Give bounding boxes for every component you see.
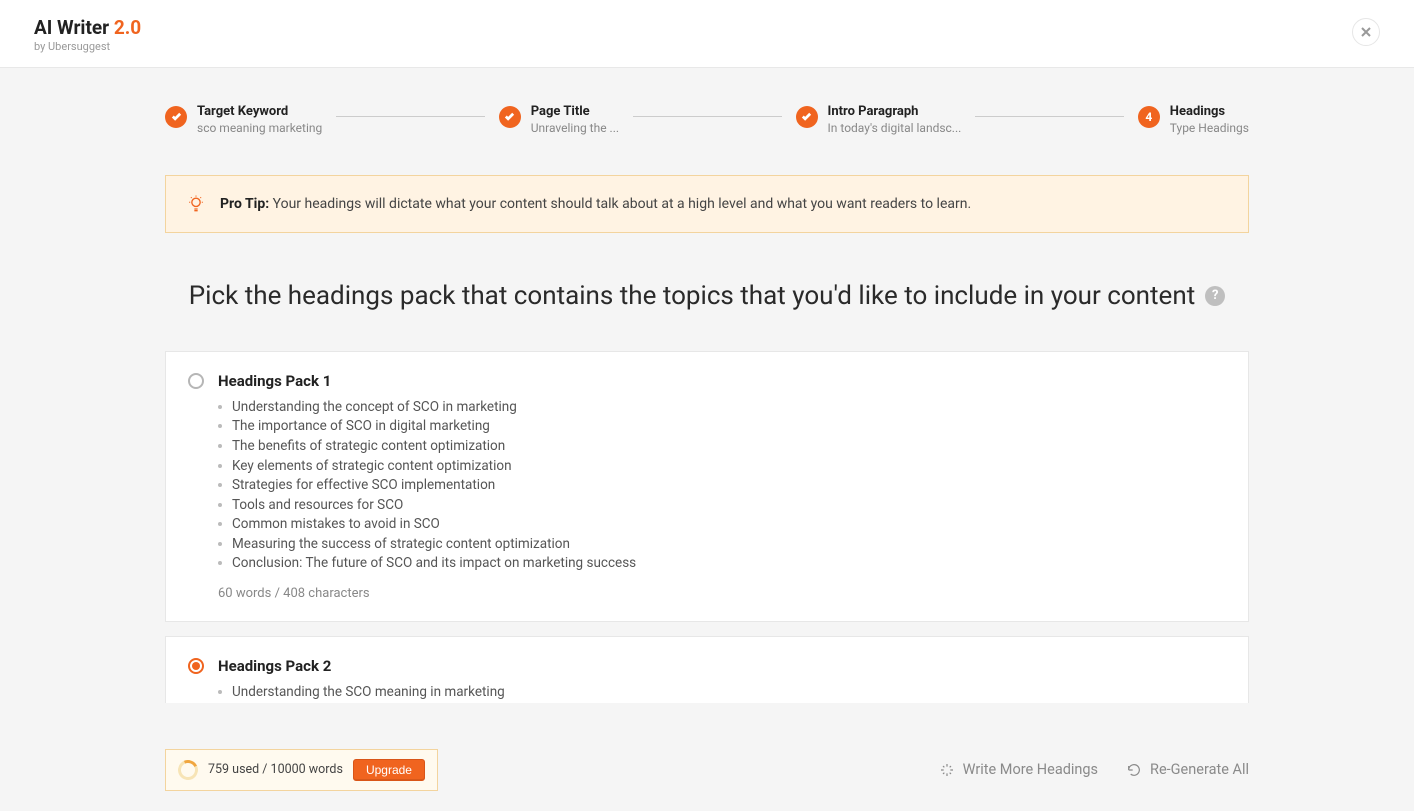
logo-version: 2.0: [114, 16, 141, 39]
pack-title: Headings Pack 2: [218, 657, 331, 675]
page-title: Pick the headings pack that contains the…: [165, 281, 1249, 311]
pack-heading-list: Understanding the SCO meaning in marketi…: [188, 683, 1224, 703]
step-subtitle: Type Headings: [1170, 121, 1249, 135]
pro-tip-text: Pro Tip: Your headings will dictate what…: [220, 196, 971, 212]
refresh-icon: [1126, 762, 1142, 778]
checkmark-icon: [796, 106, 818, 128]
pack-heading-item: Common mistakes to avoid in SCO: [218, 515, 1224, 535]
step-2[interactable]: Page Title Unraveling the ...: [499, 104, 619, 135]
pack-heading-item: Strategies for effective SCO implementat…: [218, 476, 1224, 496]
step-connector: [336, 116, 484, 117]
pack-title: Headings Pack 1: [218, 372, 331, 390]
headings-pack-1[interactable]: Headings Pack 1 Understanding the concept…: [165, 351, 1249, 622]
step-subtitle: In today's digital landsc...: [828, 121, 962, 135]
logo: AI Writer 2.0 by Ubersuggest: [34, 18, 141, 53]
stepper: Target Keyword sco meaning marketing Page …: [165, 104, 1249, 135]
headings-packs-list[interactable]: Headings Pack 1 Understanding the concept…: [165, 351, 1249, 703]
pack-heading-item: The benefits of strategic content optimi…: [218, 437, 1224, 457]
step-title: Target Keyword: [197, 104, 322, 119]
pack-heading-item: Tools and resources for SCO: [218, 496, 1224, 516]
step-title: Headings: [1170, 104, 1249, 119]
step-subtitle: Unraveling the ...: [531, 121, 619, 135]
checkmark-icon: [499, 106, 521, 128]
close-button[interactable]: [1352, 18, 1380, 46]
pro-tip-box: Pro Tip: Your headings will dictate what…: [165, 175, 1249, 233]
step-subtitle: sco meaning marketing: [197, 121, 322, 135]
sparkle-icon: [939, 762, 955, 778]
step-number-icon: 4: [1138, 106, 1160, 128]
step-connector: [633, 116, 781, 117]
step-title: Intro Paragraph: [828, 104, 962, 119]
pack-heading-item: Key elements of strategic content optimi…: [218, 457, 1224, 477]
step-3[interactable]: Intro Paragraph In today's digital landsc…: [796, 104, 962, 135]
radio-pack-1[interactable]: [188, 373, 204, 389]
usage-ring-icon: [175, 757, 201, 783]
lightbulb-icon: [186, 194, 206, 214]
step-title: Page Title: [531, 104, 619, 119]
pack-heading-item: Measuring the success of strategic conte…: [218, 535, 1224, 555]
upgrade-button[interactable]: Upgrade: [353, 759, 425, 781]
pack-heading-item: Understanding the concept of SCO in mark…: [218, 398, 1224, 418]
usage-box: 759 used / 10000 words Upgrade: [165, 749, 438, 791]
regenerate-all-button[interactable]: Re-Generate All: [1126, 761, 1249, 778]
step-connector: [975, 116, 1123, 117]
pack-heading-item: Conclusion: The future of SCO and its im…: [218, 554, 1224, 574]
step-4[interactable]: 4 Headings Type Headings: [1138, 104, 1249, 135]
logo-name: AI Writer: [34, 16, 114, 39]
headings-pack-2[interactable]: Headings Pack 2 Understanding the SCO mea…: [165, 636, 1249, 703]
pack-meta: 60 words / 408 characters: [188, 586, 1224, 601]
usage-text: 759 used / 10000 words: [208, 762, 343, 777]
close-icon: [1361, 27, 1371, 37]
step-1[interactable]: Target Keyword sco meaning marketing: [165, 104, 322, 135]
pack-heading-list: Understanding the concept of SCO in mark…: [188, 398, 1224, 574]
pack-heading-item: The importance of SCO in digital marketi…: [218, 417, 1224, 437]
checkmark-icon: [165, 106, 187, 128]
radio-pack-2[interactable]: [188, 658, 204, 674]
logo-subtitle: by Ubersuggest: [34, 40, 141, 53]
pack-heading-item: Understanding the SCO meaning in marketi…: [218, 683, 1224, 703]
help-icon[interactable]: ?: [1205, 286, 1225, 306]
write-more-headings-button[interactable]: Write More Headings: [939, 761, 1098, 778]
